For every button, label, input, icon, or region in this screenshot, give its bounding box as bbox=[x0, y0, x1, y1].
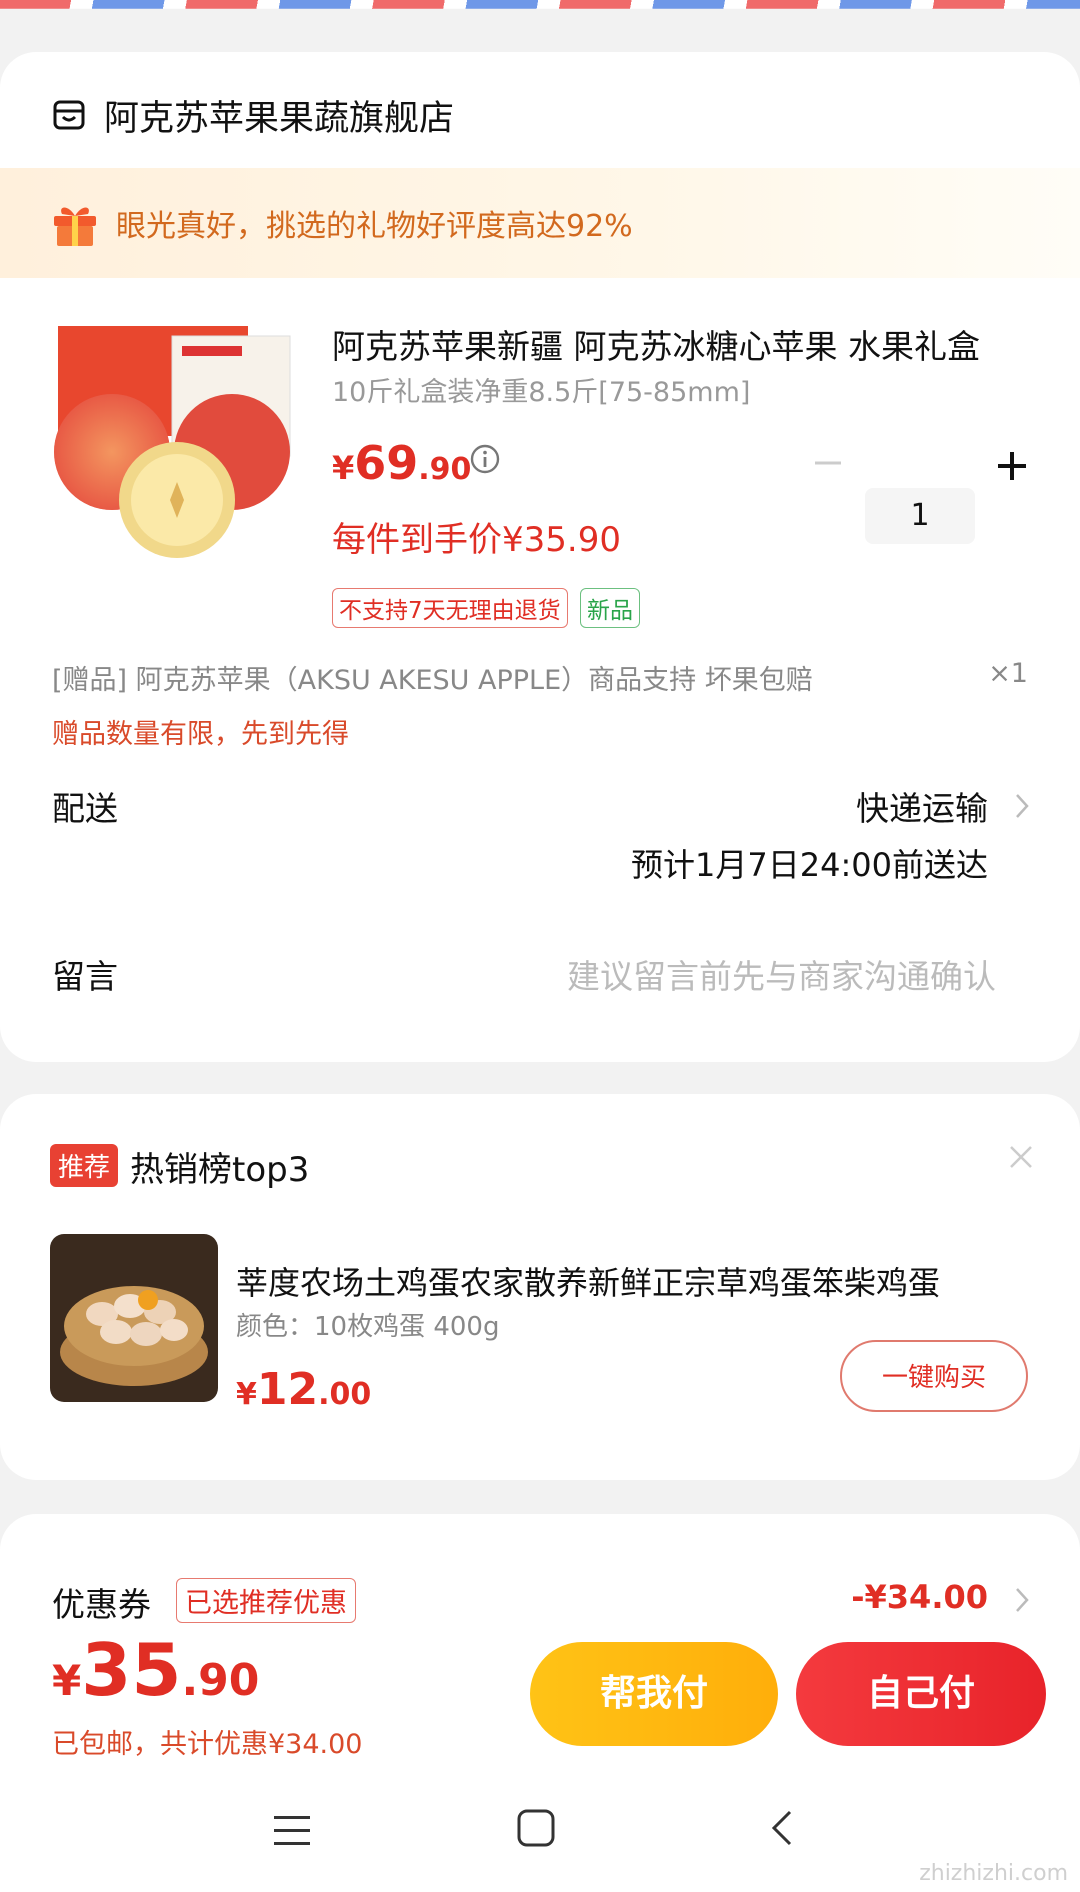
quantity-minus-button[interactable] bbox=[813, 448, 843, 478]
product-spec[interactable]: 10斤礼盒装净重8.5斤[75-85mm] bbox=[332, 370, 750, 409]
price-currency: ¥ bbox=[52, 1656, 82, 1705]
gift-limit-note: 赠品数量有限，先到先得 bbox=[52, 719, 349, 750]
coupon-amount[interactable]: -¥34.00 bbox=[851, 1578, 988, 1616]
gift-banner: 眼光真好，挑选的礼物好评度高达92% bbox=[0, 168, 1080, 278]
delivery-eta: 预计1月7日24:00前送达 bbox=[631, 846, 988, 884]
price-decimal: .90 bbox=[418, 452, 472, 487]
recommend-item-name[interactable]: 莘度农场土鸡蛋农家散养新鲜正宗草鸡蛋笨柴鸡蛋 bbox=[236, 1258, 1032, 1304]
price-decimal: .90 bbox=[181, 1655, 260, 1706]
coupon-label: 优惠券 bbox=[52, 1585, 151, 1624]
recommend-item-image[interactable] bbox=[50, 1234, 218, 1402]
recommend-item-spec: 颜色：10枚鸡蛋 400g bbox=[236, 1312, 500, 1342]
product-image[interactable] bbox=[52, 322, 297, 567]
price-decimal: .00 bbox=[318, 1377, 372, 1412]
delivery-method[interactable]: 快递运输 bbox=[856, 782, 988, 830]
recommend-card: 推荐 热销榜top3 莘度农场土鸡蛋农家散养新鲜正宗草鸡蛋笨柴鸡蛋 颜色：10枚… bbox=[0, 1094, 1080, 1480]
system-nav-bar bbox=[0, 1780, 1080, 1892]
gift-item-name: [赠品] 阿克苏苹果（AKSU AKESU APPLE）商品支持 坏果包赔 bbox=[52, 665, 813, 696]
gift-box-icon bbox=[54, 207, 96, 246]
order-card: 阿克苏苹果果蔬旗舰店 眼光真好，挑选的礼物好评度高达92% 阿克苏苹果新疆 阿克… bbox=[0, 52, 1080, 1062]
coupon-selected-tag[interactable]: 已选推荐优惠 bbox=[176, 1578, 356, 1623]
quantity-stepper-value[interactable]: 1 bbox=[865, 488, 975, 544]
new-product-tag: 新品 bbox=[580, 588, 640, 628]
gift-banner-text: 眼光真好，挑选的礼物好评度高达92% bbox=[116, 209, 633, 244]
product-title[interactable]: 阿克苏苹果新疆 阿克苏冰糖心苹果 水果礼盒 bbox=[332, 320, 1022, 368]
no-return-tag: 不支持7天无理由退货 bbox=[332, 588, 568, 628]
gift-item-count: ×1 bbox=[988, 658, 1028, 689]
quantity-plus-button[interactable] bbox=[996, 450, 1028, 482]
price-integer: 12 bbox=[256, 1364, 319, 1415]
price-currency: ¥ bbox=[332, 449, 355, 487]
product-price: ¥ 69 .90 bbox=[332, 436, 471, 490]
watermark: zhizhizhi.com bbox=[919, 1861, 1068, 1886]
back-icon[interactable] bbox=[770, 1808, 794, 1848]
one-click-buy-button[interactable]: 一键购买 bbox=[840, 1340, 1028, 1412]
price-integer: 35 bbox=[81, 1628, 182, 1712]
help-me-pay-button[interactable]: 帮我付 bbox=[530, 1642, 778, 1746]
message-label: 留言 bbox=[52, 957, 118, 996]
price-integer: 69 bbox=[354, 436, 419, 490]
airmail-stripe bbox=[0, 0, 1080, 9]
info-icon[interactable] bbox=[470, 444, 500, 474]
final-unit-price: 每件到手价¥35.90 bbox=[332, 520, 621, 560]
pay-myself-button[interactable]: 自己付 bbox=[796, 1642, 1046, 1746]
recommend-tag: 推荐 bbox=[50, 1144, 119, 1187]
chevron-right-icon[interactable] bbox=[1012, 1584, 1032, 1616]
price-currency: ¥ bbox=[236, 1377, 257, 1412]
gift-item-line: [赠品] 阿克苏苹果（AKSU AKESU APPLE）商品支持 坏果包赔 ×1 bbox=[52, 658, 1028, 697]
message-input[interactable]: 建议留言前先与商家沟通确认 bbox=[567, 950, 996, 998]
store-header[interactable]: 阿克苏苹果果蔬旗舰店 bbox=[52, 92, 455, 139]
store-icon bbox=[53, 100, 85, 130]
recommend-item-price: ¥ 12 .00 bbox=[236, 1364, 371, 1415]
total-price: ¥ 35 .90 bbox=[52, 1628, 259, 1712]
close-icon[interactable] bbox=[1008, 1144, 1034, 1170]
store-name: 阿克苏苹果果蔬旗舰店 bbox=[104, 98, 455, 139]
menu-icon[interactable] bbox=[272, 1812, 312, 1850]
home-icon[interactable] bbox=[516, 1808, 556, 1848]
delivery-label: 配送 bbox=[52, 789, 118, 828]
total-discount-note: 已包邮，共计优惠¥34.00 bbox=[52, 1729, 363, 1760]
chevron-right-icon[interactable] bbox=[1012, 790, 1032, 822]
recommend-title: 热销榜top3 bbox=[130, 1150, 310, 1190]
